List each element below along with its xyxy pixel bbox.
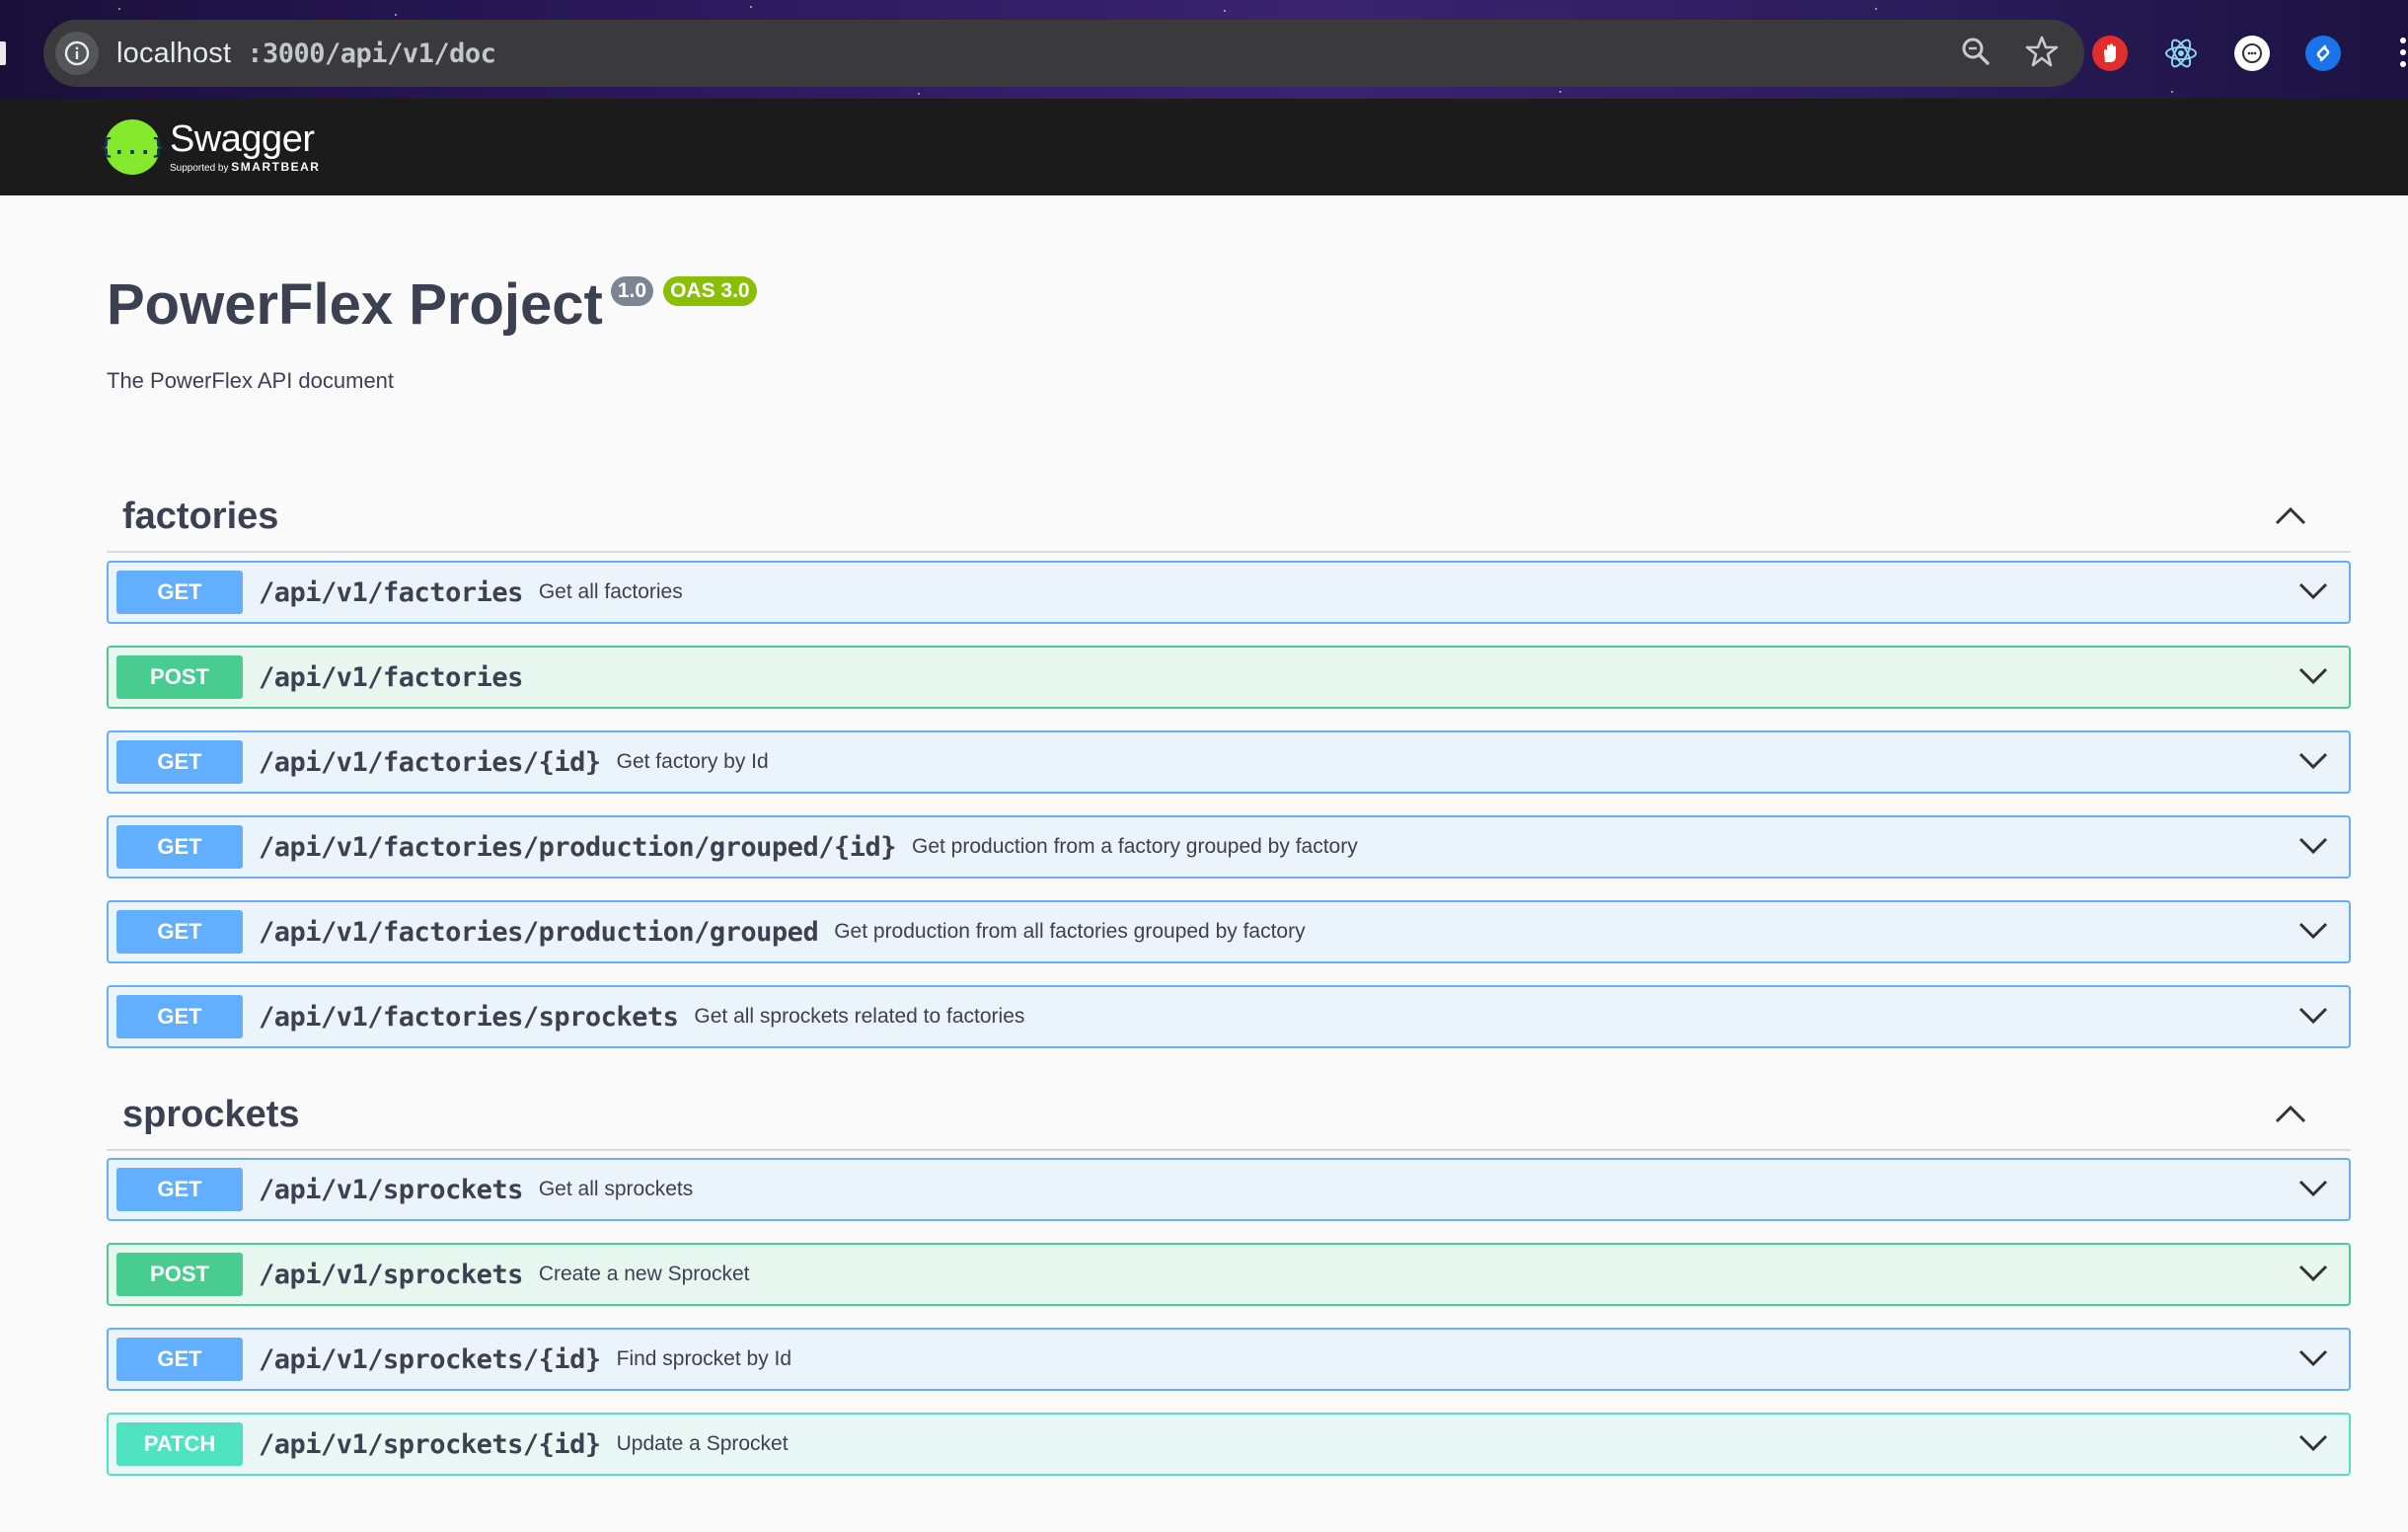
operation-summary: Get all factories bbox=[538, 580, 683, 603]
operation-path: /api/v1/sprockets bbox=[259, 1174, 523, 1205]
url-text[interactable]: localhost :3000/api/v1/doc bbox=[116, 37, 496, 70]
chevron-down-icon[interactable] bbox=[2297, 920, 2329, 942]
react-devtools-extension-icon[interactable] bbox=[2163, 36, 2199, 71]
chevron-down-icon[interactable] bbox=[2297, 750, 2329, 772]
site-info-icon[interactable] bbox=[55, 32, 99, 75]
chevron-down-icon[interactable] bbox=[2297, 1263, 2329, 1284]
chevron-down-icon[interactable] bbox=[2297, 1432, 2329, 1454]
operation-path: /api/v1/factories/sprockets bbox=[259, 1001, 679, 1033]
operation-summary: Create a new Sprocket bbox=[538, 1263, 750, 1285]
operation-summary: Get all sprockets bbox=[538, 1178, 694, 1200]
browser-toolbar: localhost :3000/api/v1/doc bbox=[0, 0, 2408, 99]
star-decoration bbox=[1224, 10, 1226, 12]
url-host: localhost bbox=[116, 37, 232, 69]
operation-row[interactable]: GET /api/v1/factories/{id} Get factory b… bbox=[107, 730, 2351, 794]
star-decoration bbox=[1559, 91, 1561, 93]
operation-path: /api/v1/factories bbox=[259, 576, 523, 608]
operation-path: /api/v1/factories/{id} bbox=[259, 746, 601, 778]
zoom-icon[interactable] bbox=[1960, 36, 1992, 72]
operation-path: /api/v1/sprockets bbox=[259, 1259, 523, 1290]
method-badge: GET bbox=[116, 910, 243, 954]
operation-summary: Update a Sprocket bbox=[616, 1432, 789, 1455]
operation-summary: Get all sprockets related to factories bbox=[694, 1005, 1025, 1028]
operation-row[interactable]: GET /api/v1/factories/production/grouped… bbox=[107, 900, 2351, 963]
star-decoration bbox=[918, 93, 920, 95]
tag-name: factories bbox=[122, 496, 279, 537]
page-title: PowerFlex Project bbox=[107, 272, 603, 337]
operation-row[interactable]: GET /api/v1/factories/production/grouped… bbox=[107, 815, 2351, 879]
operation-path: /api/v1/factories/production/grouped bbox=[259, 916, 819, 948]
logo-sub-brand: SMARTBEAR bbox=[231, 160, 321, 174]
method-badge: PATCH bbox=[116, 1422, 243, 1466]
chevron-down-icon[interactable] bbox=[2297, 835, 2329, 857]
tag-header-sprockets[interactable]: sprockets bbox=[107, 1080, 2351, 1151]
version-badge: 1.0 bbox=[610, 276, 654, 306]
operation-summary: Find sprocket by Id bbox=[616, 1347, 792, 1370]
shazam-extension-icon[interactable] bbox=[2305, 36, 2341, 71]
url-path: :3000/api/v1/doc bbox=[247, 38, 496, 69]
tag-header-factories[interactable]: factories bbox=[107, 482, 2351, 553]
method-badge: GET bbox=[116, 740, 243, 784]
swagger-topbar: {...} Swagger Supported by SMARTBEAR bbox=[0, 99, 2408, 195]
method-badge: POST bbox=[116, 1253, 243, 1296]
star-decoration bbox=[750, 6, 752, 8]
swagger-logo-icon: {...} bbox=[100, 119, 165, 175]
operation-row[interactable]: GET /api/v1/factories Get all factories bbox=[107, 561, 2351, 624]
operation-row[interactable]: GET /api/v1/factories/sprockets Get all … bbox=[107, 985, 2351, 1048]
chevron-down-icon[interactable] bbox=[2297, 1347, 2329, 1369]
extensions-bar bbox=[2092, 22, 2341, 85]
method-badge: GET bbox=[116, 1338, 243, 1381]
operation-summary: Get factory by Id bbox=[616, 750, 769, 773]
operation-summary: Get production from all factories groupe… bbox=[834, 920, 1306, 943]
logo-sub-prefix: Supported by bbox=[170, 163, 229, 174]
hand-stop-extension-icon[interactable] bbox=[2092, 36, 2128, 71]
swagger-logo[interactable]: {...} Swagger Supported by SMARTBEAR bbox=[100, 115, 320, 180]
browser-menu-icon[interactable] bbox=[2400, 38, 2408, 71]
bookmark-star-icon[interactable] bbox=[2025, 35, 2059, 73]
chevron-down-icon[interactable] bbox=[2297, 580, 2329, 602]
operation-summary: Get production from a factory grouped by… bbox=[911, 835, 1358, 858]
chevron-down-icon[interactable] bbox=[2297, 665, 2329, 687]
operation-row[interactable]: PATCH /api/v1/sprockets/{id} Update a Sp… bbox=[107, 1413, 2351, 1476]
chevron-up-icon[interactable] bbox=[2274, 503, 2307, 527]
tag-name: sprockets bbox=[122, 1094, 300, 1135]
star-decoration bbox=[118, 8, 120, 10]
method-badge: POST bbox=[116, 655, 243, 699]
operation-path: /api/v1/factories/production/grouped/{id… bbox=[259, 831, 896, 863]
star-decoration bbox=[395, 14, 397, 16]
operation-row[interactable]: POST /api/v1/factories bbox=[107, 646, 2351, 709]
method-badge: GET bbox=[116, 571, 243, 614]
operation-row[interactable]: GET /api/v1/sprockets/{id} Find sprocket… bbox=[107, 1328, 2351, 1391]
swagger-extension-icon[interactable] bbox=[2234, 36, 2270, 71]
oas-badge: OAS 3.0 bbox=[663, 276, 757, 306]
logo-subtitle: Supported by SMARTBEAR bbox=[170, 161, 320, 175]
star-decoration bbox=[1875, 8, 1877, 10]
method-badge: GET bbox=[116, 1168, 243, 1211]
method-badge: GET bbox=[116, 825, 243, 869]
operation-row[interactable]: GET /api/v1/sprockets Get all sprockets bbox=[107, 1158, 2351, 1221]
logo-name: Swagger bbox=[170, 118, 315, 160]
operation-path: /api/v1/factories bbox=[259, 661, 523, 693]
operation-row[interactable]: POST /api/v1/sprockets Create a new Spro… bbox=[107, 1243, 2351, 1306]
api-description: The PowerFlex API document bbox=[107, 368, 395, 393]
chevron-down-icon[interactable] bbox=[2297, 1178, 2329, 1199]
chevron-down-icon[interactable] bbox=[2297, 1005, 2329, 1027]
chevron-up-icon[interactable] bbox=[2274, 1102, 2307, 1125]
tab-edge[interactable] bbox=[0, 41, 6, 65]
star-decoration bbox=[2171, 91, 2173, 93]
info-title-row: PowerFlex Project 1.0 OAS 3.0 bbox=[107, 270, 757, 340]
operation-path: /api/v1/sprockets/{id} bbox=[259, 1428, 601, 1460]
method-badge: GET bbox=[116, 995, 243, 1038]
operation-path: /api/v1/sprockets/{id} bbox=[259, 1343, 601, 1375]
address-bar[interactable]: localhost :3000/api/v1/doc bbox=[43, 20, 2084, 87]
